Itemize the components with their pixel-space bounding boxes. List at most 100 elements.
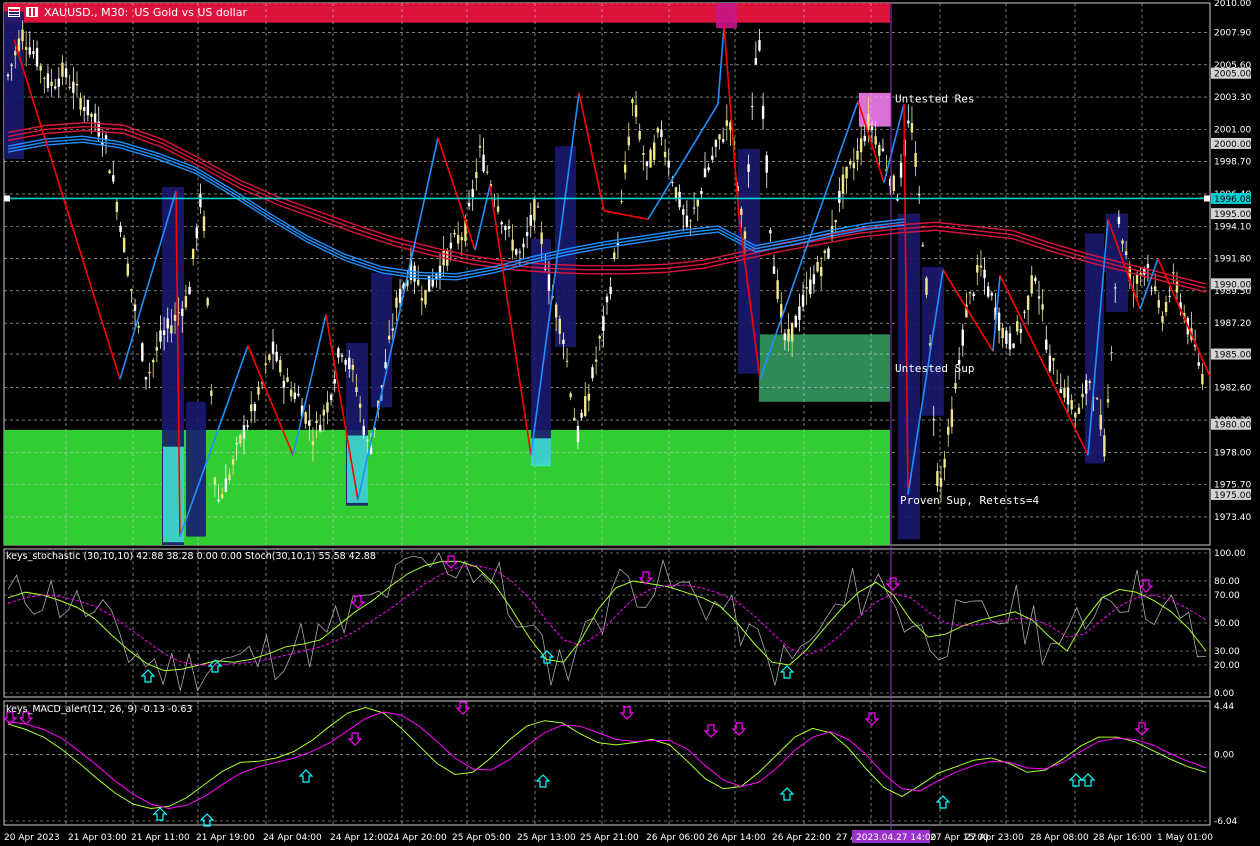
candle-body: [943, 458, 946, 468]
macd-arrow-down-icon-3: [347, 732, 363, 746]
candle-body: [159, 330, 162, 342]
level-label-5: 1980.00: [1214, 421, 1251, 431]
macd-tick-1: 0.00: [1214, 751, 1234, 761]
candle-body: [86, 99, 90, 116]
candle-body: [1023, 311, 1026, 313]
candle-body: [721, 139, 725, 142]
candle-body: [627, 136, 630, 146]
candle-body: [997, 312, 1001, 331]
candle-body: [623, 164, 627, 173]
candle-body: [1121, 240, 1124, 244]
level-label-3: 1990.00: [1214, 280, 1251, 290]
stoch-tick-0: 100.00: [1214, 549, 1246, 559]
candle-body: [486, 171, 489, 173]
candle-body: [986, 286, 990, 297]
candle-body: [115, 201, 119, 212]
candle-body: [264, 363, 267, 366]
candle-body: [874, 136, 877, 145]
candle-body: [482, 154, 485, 172]
candle-body: [591, 367, 594, 379]
candle-body: [660, 129, 663, 137]
level-label-6: 1975.00: [1214, 491, 1251, 501]
macd-arrow-up-icon-3: [535, 774, 551, 788]
candle-body: [130, 288, 133, 291]
candle-body: [133, 304, 137, 311]
candle-body: [972, 293, 975, 297]
candle-body: [195, 227, 198, 239]
candle-body: [558, 318, 562, 334]
candle-body: [867, 113, 870, 130]
candle-body: [475, 172, 478, 179]
macd-arrow-up-icon-7: [1080, 773, 1096, 787]
candle-body: [631, 99, 634, 103]
price-tick-12: 1982.60: [1214, 384, 1251, 394]
candle-body: [319, 424, 322, 432]
candle-body: [925, 277, 928, 295]
symbol-description: US Gold vs US dollar: [134, 5, 247, 19]
candle-body: [743, 231, 747, 239]
candle-body: [899, 162, 903, 178]
untested-res-label: Untested Res: [895, 92, 974, 105]
candle-body: [776, 280, 779, 300]
candle-body: [983, 269, 986, 279]
time-label-4: 24 Apr 04:00: [263, 833, 322, 843]
candle-body: [173, 314, 177, 321]
table-icon[interactable]: [8, 7, 20, 17]
zigzag-segment: [578, 92, 605, 211]
candle-body: [1019, 329, 1023, 333]
candle-body: [199, 193, 202, 208]
candle-body: [936, 471, 939, 486]
candle-body: [217, 499, 220, 502]
candle-body: [547, 274, 551, 291]
candle-body: [790, 322, 794, 342]
macd-arrow-up-icon-2: [298, 769, 314, 783]
candle-body: [471, 189, 474, 198]
candle-body: [141, 343, 144, 362]
candle-body: [540, 232, 543, 245]
stoch-arrow-up-icon-0: [140, 669, 156, 683]
candle-body: [14, 51, 17, 56]
candle-body: [275, 351, 278, 362]
candle-body: [834, 219, 837, 223]
price-tick-5: 1998.70: [1214, 158, 1251, 168]
candle-body: [362, 426, 365, 435]
candle-body: [845, 166, 848, 179]
candle-body: [1055, 382, 1059, 384]
candle-body: [667, 160, 670, 168]
candle-body: [224, 478, 228, 492]
macd-arrow-down-icon-4: [619, 706, 635, 720]
candle-body: [10, 64, 13, 66]
trading-chart[interactable]: 2010.002007.902005.602003.302001.001998.…: [0, 0, 1260, 846]
level-label-2: 1995.00: [1214, 210, 1251, 220]
candle-body: [511, 239, 514, 251]
candle-body: [838, 190, 841, 203]
candle-body: [322, 409, 326, 416]
candle-body: [1037, 296, 1041, 299]
macd-panel[interactable]: [3, 700, 1211, 826]
candle-body: [1085, 380, 1088, 394]
candle-body: [1041, 304, 1044, 310]
candle-body: [1099, 414, 1102, 430]
candle-body: [1110, 352, 1113, 354]
candle-body: [184, 296, 188, 308]
candle-body: [90, 113, 93, 117]
candle-body: [634, 105, 638, 117]
candle-body: [478, 145, 482, 148]
current-price-label: 1996.08: [1214, 195, 1251, 205]
candles-icon[interactable]: [26, 7, 38, 17]
candle-body: [576, 426, 580, 443]
candle-body: [1026, 295, 1030, 310]
price-tick-3: 2003.30: [1214, 93, 1251, 103]
level-label-4: 1985.00: [1214, 351, 1251, 361]
highlight-box-2: [186, 401, 206, 537]
candle-body: [53, 86, 57, 89]
candle-body: [1117, 216, 1121, 224]
stoch-tick-2: 70.00: [1214, 591, 1240, 601]
candle-body: [68, 87, 71, 89]
candle-body: [213, 477, 217, 485]
candle-body: [242, 425, 246, 439]
candle-body: [268, 355, 271, 361]
candle-body: [671, 182, 674, 184]
candle-body: [279, 360, 282, 373]
candle-body: [467, 202, 471, 207]
